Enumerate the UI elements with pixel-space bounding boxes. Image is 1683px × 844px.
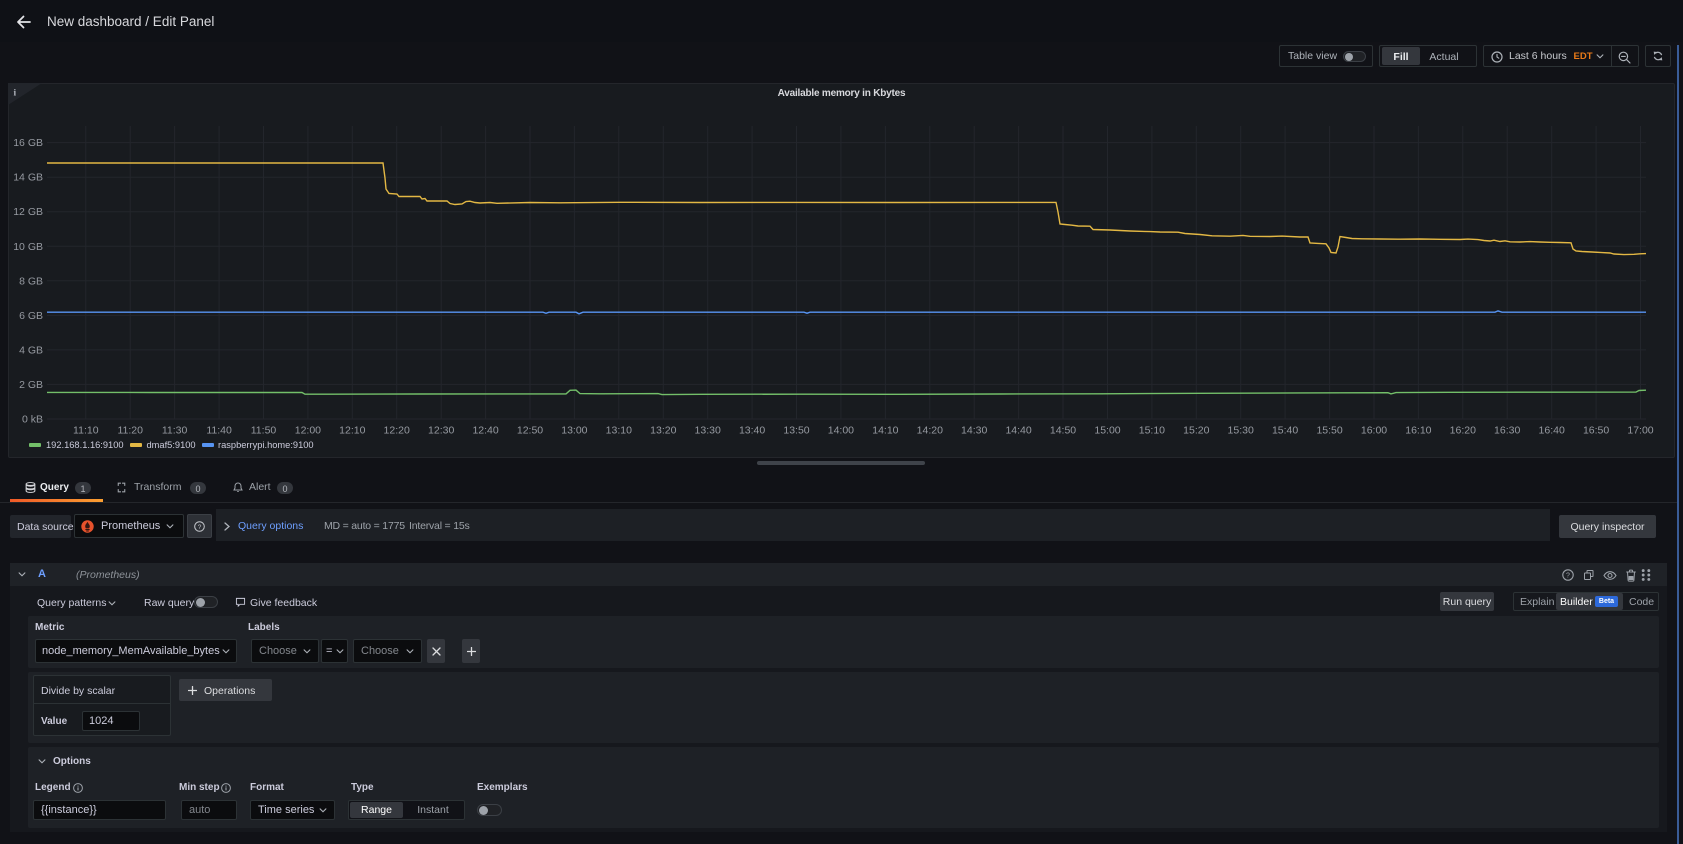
svg-text:2 GB: 2 GB [19, 379, 43, 391]
svg-text:17:00: 17:00 [1627, 425, 1653, 437]
svg-text:13:10: 13:10 [606, 425, 632, 437]
svg-text:13:20: 13:20 [650, 425, 676, 437]
svg-text:11:40: 11:40 [206, 425, 232, 437]
svg-text:14:20: 14:20 [917, 425, 943, 437]
svg-text:13:00: 13:00 [561, 425, 587, 437]
svg-text:15:10: 15:10 [1139, 425, 1165, 437]
svg-text:12:10: 12:10 [339, 425, 365, 437]
svg-text:16:20: 16:20 [1450, 425, 1476, 437]
svg-text:13:50: 13:50 [783, 425, 809, 437]
svg-text:13:30: 13:30 [695, 425, 721, 437]
svg-text:4 GB: 4 GB [19, 344, 43, 356]
svg-text:14 GB: 14 GB [13, 172, 43, 184]
svg-text:15:20: 15:20 [1183, 425, 1209, 437]
svg-text:11:30: 11:30 [162, 425, 188, 437]
svg-text:14:30: 14:30 [961, 425, 987, 437]
svg-text:10 GB: 10 GB [13, 241, 43, 253]
svg-text:14:50: 14:50 [1050, 425, 1076, 437]
svg-text:6 GB: 6 GB [19, 310, 43, 322]
svg-text:11:10: 11:10 [73, 425, 99, 437]
svg-text:15:00: 15:00 [1094, 425, 1120, 437]
svg-text:15:50: 15:50 [1316, 425, 1342, 437]
svg-text:14:10: 14:10 [872, 425, 898, 437]
svg-text:16:50: 16:50 [1583, 425, 1609, 437]
svg-text:12:50: 12:50 [517, 425, 543, 437]
svg-text:12 GB: 12 GB [13, 206, 43, 218]
svg-text:13:40: 13:40 [739, 425, 765, 437]
svg-text:?: ? [198, 524, 202, 531]
svg-text:12:20: 12:20 [384, 425, 410, 437]
svg-text:12:30: 12:30 [428, 425, 454, 437]
svg-text:?: ? [1566, 573, 1570, 580]
svg-text:15:40: 15:40 [1272, 425, 1298, 437]
svg-text:11:50: 11:50 [251, 425, 277, 437]
svg-text:14:40: 14:40 [1005, 425, 1031, 437]
svg-text:16:40: 16:40 [1539, 425, 1565, 437]
svg-text:16 GB: 16 GB [13, 137, 43, 149]
svg-text:12:40: 12:40 [472, 425, 498, 437]
svg-text:14:00: 14:00 [828, 425, 854, 437]
svg-text:15:30: 15:30 [1228, 425, 1254, 437]
svg-text:16:10: 16:10 [1405, 425, 1431, 437]
svg-text:11:20: 11:20 [117, 425, 143, 437]
svg-text:16:00: 16:00 [1361, 425, 1387, 437]
svg-text:8 GB: 8 GB [19, 275, 43, 287]
svg-text:16:30: 16:30 [1494, 425, 1520, 437]
svg-text:0 kB: 0 kB [22, 414, 43, 426]
svg-text:12:00: 12:00 [295, 425, 321, 437]
